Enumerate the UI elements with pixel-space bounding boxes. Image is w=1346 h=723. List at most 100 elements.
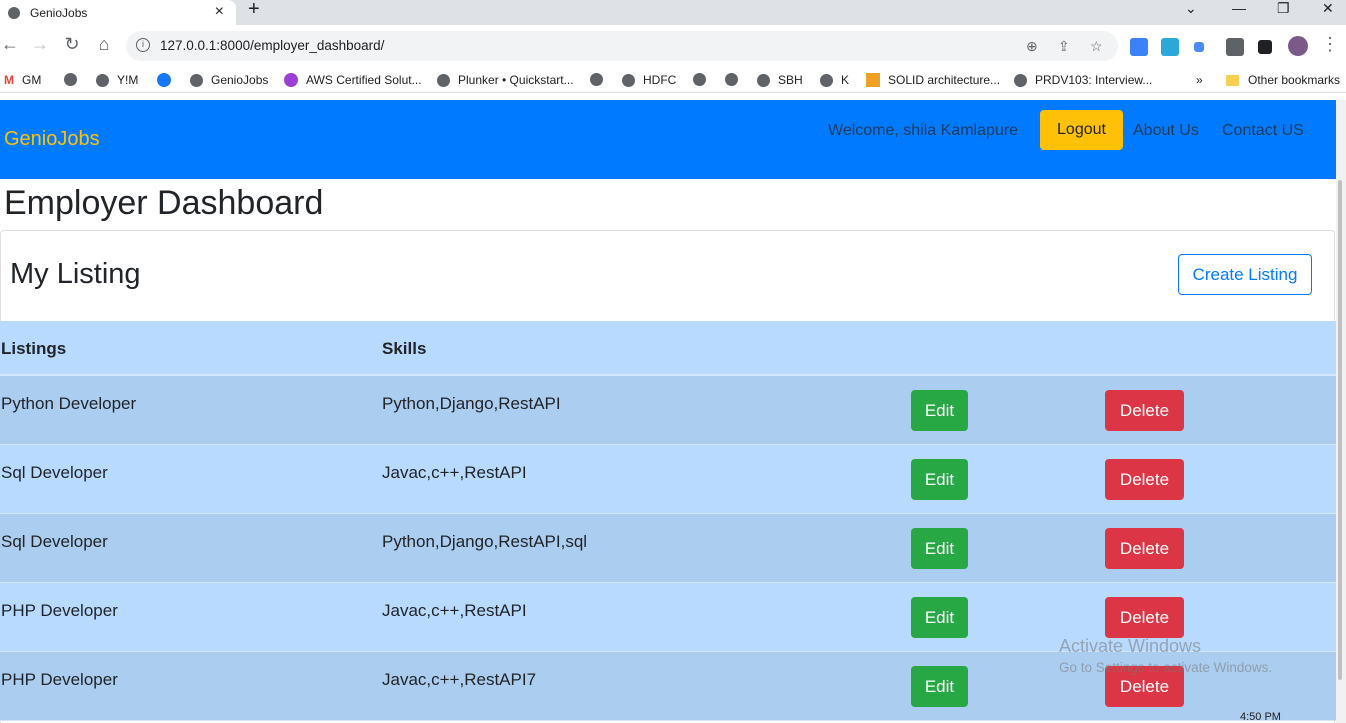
zoom-icon[interactable]: ⊕: [1026, 38, 1038, 55]
welcome-text: Welcome, shila Kamlapure: [828, 122, 1019, 139]
globe-icon: [757, 73, 770, 87]
bookmark-image-icon: [866, 73, 880, 87]
listing-skills: Javac,c++,RestAPI7: [382, 670, 537, 689]
url-text: 127.0.0.1:8000/employer_dashboard/: [160, 38, 385, 53]
other-bookmarks[interactable]: Other bookmarks: [1226, 73, 1340, 87]
globe-icon: [96, 73, 109, 87]
bookmark-item[interactable]: K: [820, 73, 849, 87]
puzzle-icon[interactable]: [1226, 38, 1244, 56]
listing-skills: Javac,c++,RestAPI: [382, 601, 527, 620]
reload-icon[interactable]: ↻: [62, 34, 82, 55]
share-icon[interactable]: ⇪: [1058, 38, 1070, 55]
contact-us-link[interactable]: Contact US: [1222, 122, 1304, 140]
globe-icon: [590, 73, 603, 86]
bookmark-item[interactable]: [725, 73, 746, 86]
activate-windows-watermark: Activate Windows: [1059, 636, 1202, 656]
home-icon[interactable]: ⌂: [94, 34, 114, 55]
delete-button[interactable]: Delete: [1105, 390, 1184, 431]
brand-link[interactable]: GenioJobs: [4, 128, 100, 151]
delete-button[interactable]: Delete: [1105, 597, 1184, 638]
listing-title: Sql Developer: [1, 463, 108, 482]
close-window-icon[interactable]: ✕: [1322, 0, 1334, 17]
table-header: Listings Skills: [0, 321, 1336, 376]
listing-title: PHP Developer: [1, 670, 118, 689]
bookmark-item[interactable]: [693, 73, 714, 86]
minimize-icon[interactable]: —: [1232, 0, 1246, 16]
tab-title: GenioJobs: [30, 5, 88, 20]
bookmarks-bar: M GM Y!M GenioJobs AWS Certified Solut...…: [0, 69, 1346, 93]
globe-icon: [693, 73, 706, 86]
edit-button[interactable]: Edit: [911, 597, 968, 638]
bookmark-item[interactable]: HDFC: [622, 73, 676, 87]
bookmark-item[interactable]: AWS Certified Solut...: [284, 73, 422, 87]
column-header-skills: Skills: [382, 339, 427, 358]
section-title: My Listing: [10, 258, 141, 290]
page-title: Employer Dashboard: [4, 184, 324, 222]
globe-icon: [725, 73, 738, 86]
forward-icon[interactable]: →: [30, 34, 50, 55]
edit-button[interactable]: Edit: [911, 459, 968, 500]
listing-skills: Python,Django,RestAPI,sql: [382, 532, 588, 551]
back-icon[interactable]: ←: [0, 34, 20, 55]
table-row: Python Developer Python,Django,RestAPI E…: [0, 376, 1336, 445]
listing-title: Sql Developer: [1, 532, 108, 551]
bookmark-item[interactable]: [590, 73, 611, 86]
browser-tab[interactable]: GenioJobs ×: [0, 0, 236, 25]
listing-title: Python Developer: [1, 394, 137, 413]
avatar[interactable]: [1288, 36, 1308, 56]
chevron-down-icon[interactable]: ⌄: [1185, 0, 1197, 17]
globe-icon: [820, 73, 833, 87]
bookmark-item[interactable]: M GM: [4, 73, 41, 87]
about-us-link[interactable]: About Us: [1133, 122, 1199, 140]
bookmark-item[interactable]: [157, 73, 179, 87]
tab-bar: GenioJobs × + ⌄ — ❐ ✕: [0, 0, 1346, 25]
create-listing-button[interactable]: Create Listing: [1178, 254, 1312, 295]
extension-icon[interactable]: [1130, 38, 1148, 56]
bookmark-item[interactable]: PRDV103: Interview...: [1014, 73, 1152, 87]
edit-button[interactable]: Edit: [911, 666, 968, 707]
page-content: GenioJobs Welcome, shila Kamlapure Logou…: [0, 100, 1336, 723]
bookmark-item[interactable]: GenioJobs: [190, 73, 268, 87]
bookmark-item[interactable]: SBH: [757, 73, 803, 87]
globe-icon: [622, 73, 635, 87]
globe-icon: [8, 6, 20, 19]
restore-icon[interactable]: ❐: [1277, 0, 1290, 17]
listing-skills: Python,Django,RestAPI: [382, 394, 561, 413]
browser-toolbar: ← → ↻ ⌂ i 127.0.0.1:8000/employer_dashbo…: [0, 25, 1346, 69]
table-row: Sql Developer Javac,c++,RestAPI Edit Del…: [0, 445, 1336, 514]
bookmark-star-icon[interactable]: ☆: [1090, 38, 1103, 55]
bookmark-item[interactable]: SOLID architecture...: [866, 73, 1000, 87]
edit-button[interactable]: Edit: [911, 390, 968, 431]
listing-skills: Javac,c++,RestAPI: [382, 463, 527, 482]
bookmark-item[interactable]: Y!M: [96, 73, 138, 87]
menu-dots-icon[interactable]: ⋮: [1320, 34, 1340, 55]
close-tab-icon[interactable]: ×: [215, 3, 224, 21]
table-row: Sql Developer Python,Django,RestAPI,sql …: [0, 514, 1336, 583]
gmail-icon: M: [4, 73, 14, 87]
screenshot-extension-icon[interactable]: [1161, 38, 1179, 56]
side-panel-icon[interactable]: [1258, 40, 1272, 54]
site-info-icon[interactable]: i: [136, 38, 150, 52]
extension-plus-icon[interactable]: [1194, 42, 1204, 52]
globe-icon: [1014, 73, 1027, 87]
activate-windows-hint: Go to Settings to activate Windows.: [1059, 660, 1273, 675]
globe-icon: [190, 73, 203, 87]
bookmark-item[interactable]: [64, 73, 85, 86]
site-navbar: GenioJobs Welcome, shila Kamlapure Logou…: [0, 100, 1336, 179]
new-tab-button[interactable]: +: [248, 0, 260, 19]
address-bar[interactable]: i 127.0.0.1:8000/employer_dashboard/ ⊕ ⇪…: [126, 31, 1118, 61]
more-bookmarks-icon[interactable]: »: [1196, 73, 1203, 87]
delete-button[interactable]: Delete: [1105, 459, 1184, 500]
delete-button[interactable]: Delete: [1105, 528, 1184, 569]
logout-button[interactable]: Logout: [1040, 110, 1123, 150]
facebook-icon: [157, 73, 171, 87]
bookmark-item[interactable]: Plunker • Quickstart...: [437, 73, 574, 87]
scrollbar-thumb[interactable]: [1338, 180, 1342, 680]
folder-icon: [1226, 74, 1239, 86]
globe-icon: [437, 73, 450, 87]
taskbar-clock: 4:50 PM: [1240, 711, 1281, 723]
listing-title: PHP Developer: [1, 601, 118, 620]
page-scrollbar[interactable]: [1336, 100, 1346, 723]
aws-icon: [284, 73, 298, 87]
edit-button[interactable]: Edit: [911, 528, 968, 569]
